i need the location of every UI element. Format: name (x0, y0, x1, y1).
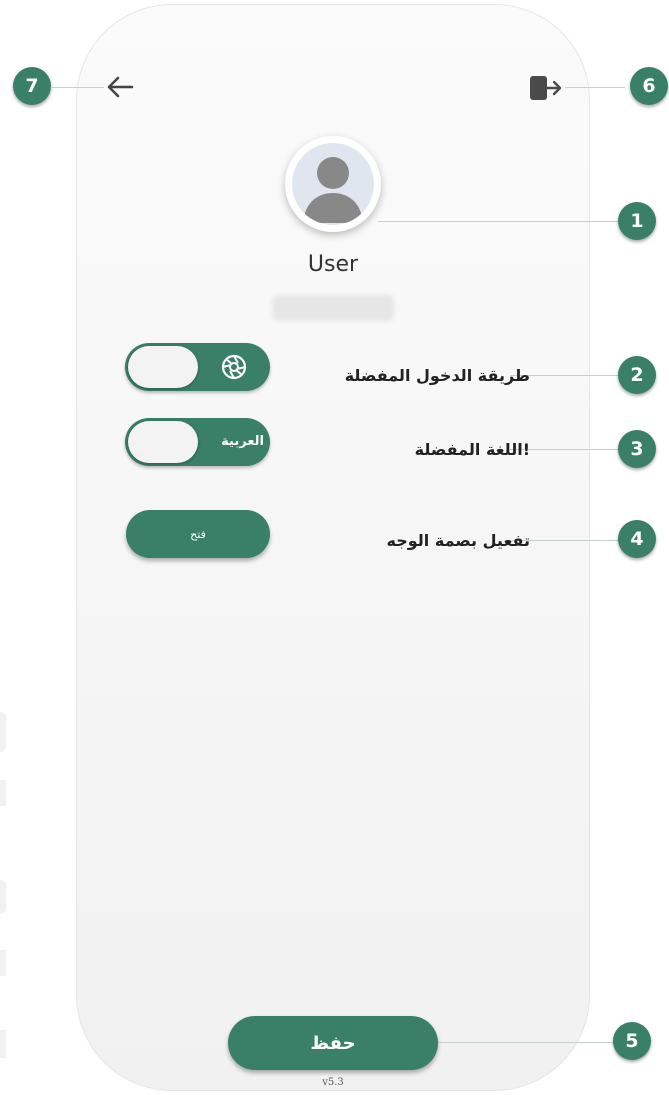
logout-icon (530, 76, 562, 100)
annotation-badge-3: 3 (618, 430, 656, 468)
logout-button[interactable] (529, 74, 565, 102)
user-name: User (307, 252, 359, 277)
annotation-badge-5: 5 (613, 1022, 651, 1060)
save-button[interactable]: حفظ (228, 1016, 438, 1070)
avatar[interactable] (285, 136, 381, 232)
camera-aperture-icon (221, 354, 247, 380)
back-button[interactable] (104, 73, 136, 101)
language-label: !اللغة المفضلة (414, 440, 530, 459)
annotation-badge-6: 6 (630, 67, 668, 105)
login-method-toggle[interactable] (125, 343, 270, 391)
callout-line-6 (565, 87, 625, 88)
callout-line-5 (435, 1042, 615, 1043)
language-value: العربية (221, 434, 264, 449)
callout-line-1 (378, 221, 618, 222)
face-id-open-button[interactable]: فتح (126, 510, 270, 558)
annotation-badge-7: 7 (13, 67, 51, 105)
app-version: v5.3 (322, 1077, 344, 1088)
callout-line-7 (52, 87, 104, 88)
login-method-label: طريقة الدخول المفضلة (344, 366, 530, 385)
user-email-blurred (272, 295, 394, 321)
annotation-badge-1: 1 (618, 202, 656, 240)
annotation-badge-2: 2 (618, 356, 656, 394)
face-id-label: تفعيل بصمة الوجه (386, 531, 530, 550)
arrow-left-icon (107, 76, 134, 98)
user-avatar-icon (303, 157, 363, 223)
language-toggle[interactable]: العربية (125, 418, 270, 466)
toggle-knob (128, 346, 198, 388)
toggle-knob (128, 421, 198, 463)
annotation-badge-4: 4 (618, 520, 656, 558)
